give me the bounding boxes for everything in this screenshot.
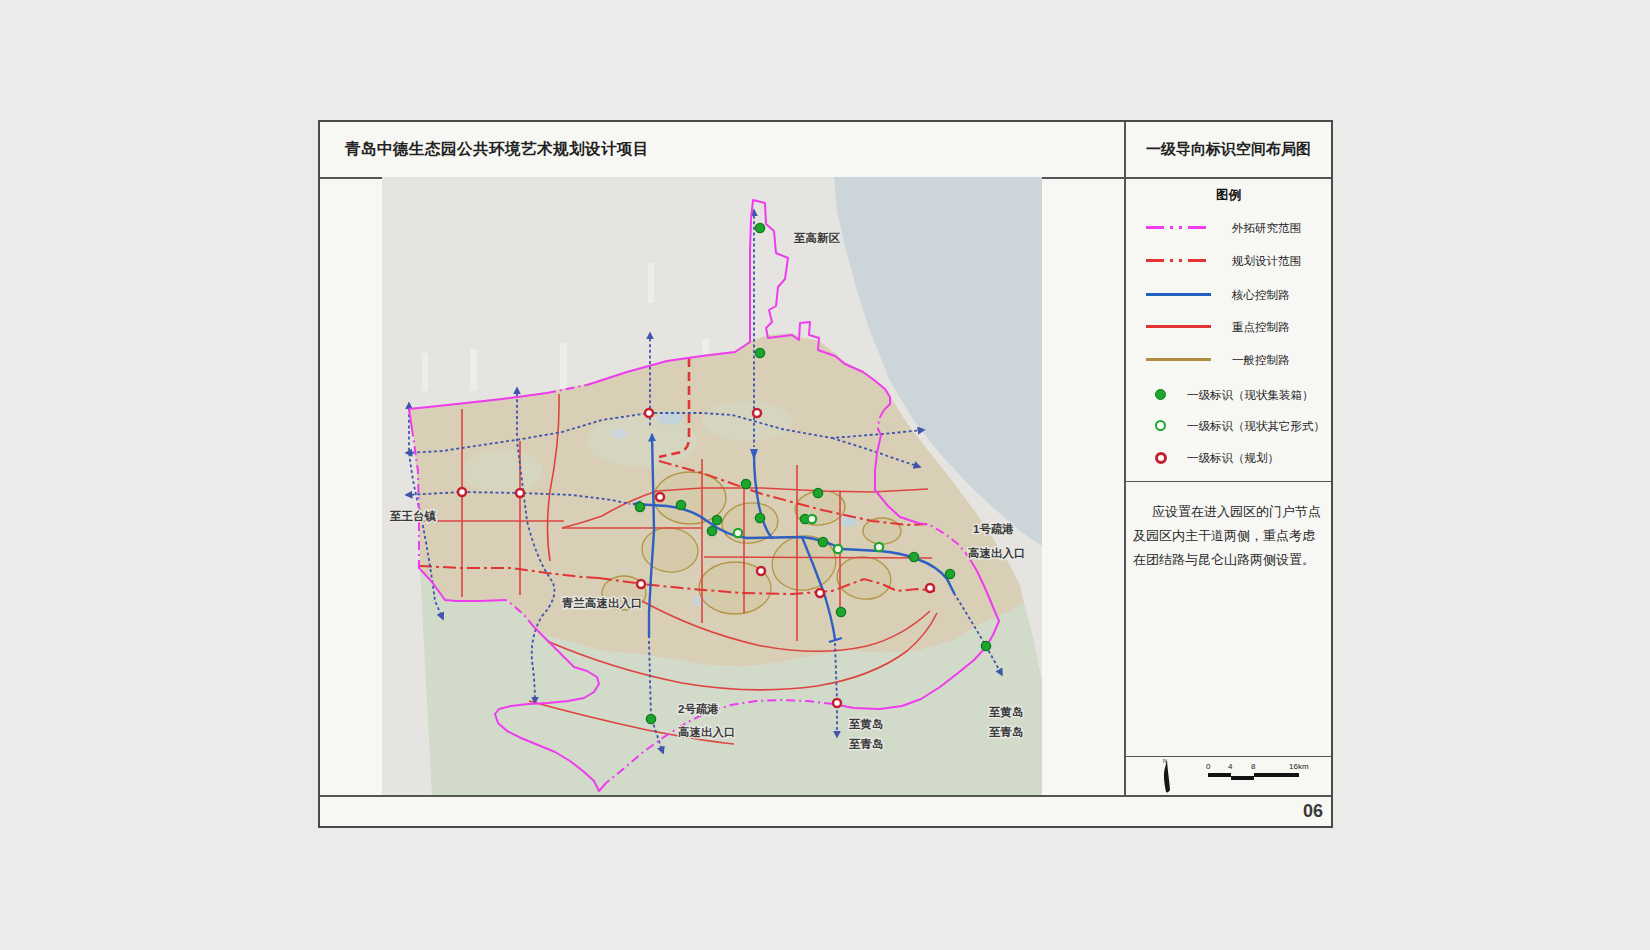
sheet-title: 一级导向标识空间布局图 [1146,140,1311,159]
sign-existing-container [755,223,764,232]
project-title: 青岛中德生态园公共环境艺术规划设计项目 [320,139,649,160]
north-arrow: N [1154,757,1204,795]
map-label: 高速出入口 [678,726,736,739]
map-label: 至青岛 [848,738,884,750]
key-road-sample [1146,325,1211,328]
legend-item: 一般控制路 [1126,353,1331,367]
sign-planned [516,489,524,497]
sign-existing-other-sample [1155,420,1166,431]
legend-item: 规划设计范围 [1126,254,1331,268]
sign-existing-container [813,488,822,497]
sign-planned-sample [1155,452,1167,464]
note-box: 应设置在进入园区的门户节点 及园区内主干道两侧，重点考虑 在团结路与昆仑山路两侧… [1126,481,1331,572]
sign-existing-container [755,348,764,357]
sign-existing-container [755,513,764,522]
map-label: 至青岛 [988,726,1024,738]
scale-row: N 0 4 8 16km [1126,756,1331,795]
header-project: 青岛中德生态园公共环境艺术规划设计项目 [320,122,1124,177]
map-svg: 至高新区至王台镇1号疏港高速出入口青兰高速出入口2号疏港高速出入口至黄岛至青岛至… [320,177,1124,795]
sign-existing-container [836,607,845,616]
header-sheet: 一级导向标识空间布局图 [1126,122,1331,177]
side-panel: 图例 外拓研究范围 规划设计范围 核心控制路 重点控制路 一般控制路 一级标识（… [1126,177,1331,795]
map-label: 青兰高速出入口 [561,596,643,610]
sign-planned [637,580,645,588]
legend-item: 核心控制路 [1126,288,1331,302]
sign-planned [753,409,761,417]
scalebar-seg [1231,776,1254,780]
map-label: 2号疏港 [678,702,719,715]
design-boundary-sample [1146,259,1211,262]
sign-existing-other [834,545,842,553]
legend-title: 图例 [1126,187,1331,204]
map-area: 至高新区至王台镇1号疏港高速出入口青兰高速出入口2号疏港高速出入口至黄岛至青岛至… [320,177,1124,795]
sign-planned [458,488,466,496]
sign-existing-container [712,515,721,524]
map-label: 至黄岛 [988,706,1024,719]
sign-planned [833,699,841,707]
footer: 06 [320,797,1331,826]
map-label: 至高新区 [793,231,841,244]
sign-existing-container [909,552,918,561]
legend-item: 一级标识（现状集装箱） [1126,388,1331,402]
sign-existing-container [981,641,990,650]
page-number: 06 [1303,801,1323,822]
sign-planned [656,493,664,501]
sign-existing-container [945,569,954,578]
sign-planned [816,589,824,597]
map-label: 至王台镇 [389,509,437,523]
sign-existing-other [734,529,742,537]
scalebar-seg [1208,773,1231,777]
map-label: 1号疏港 [973,522,1014,535]
sign-existing-container [707,526,716,535]
legend-item: 重点控制路 [1126,320,1331,334]
sign-existing-container [646,714,655,723]
sign-existing-other [808,515,816,523]
sign-planned [926,584,934,592]
sign-existing-container [741,479,750,488]
map-label: 至黄岛 [848,718,884,731]
sign-planned [757,567,765,575]
core-road-sample [1146,293,1211,296]
sign-existing-container [818,537,827,546]
map-label: 高速出入口 [968,547,1026,560]
general-road-sample [1146,358,1211,361]
sign-existing-container [676,500,685,509]
sign-existing-other [875,543,883,551]
sign-planned [645,409,653,417]
sign-existing-container-sample [1155,389,1166,400]
scalebar-seg [1254,773,1299,777]
legend-item: 一级标识（规划） [1126,451,1331,465]
legend-item: 一级标识（现状其它形式） [1126,419,1331,433]
sheet-page: 青岛中德生态园公共环境艺术规划设计项目 一级导向标识空间布局图 [318,120,1333,828]
legend-item: 外拓研究范围 [1126,221,1331,235]
research-boundary-sample [1146,226,1211,229]
sign-existing-container [635,502,644,511]
